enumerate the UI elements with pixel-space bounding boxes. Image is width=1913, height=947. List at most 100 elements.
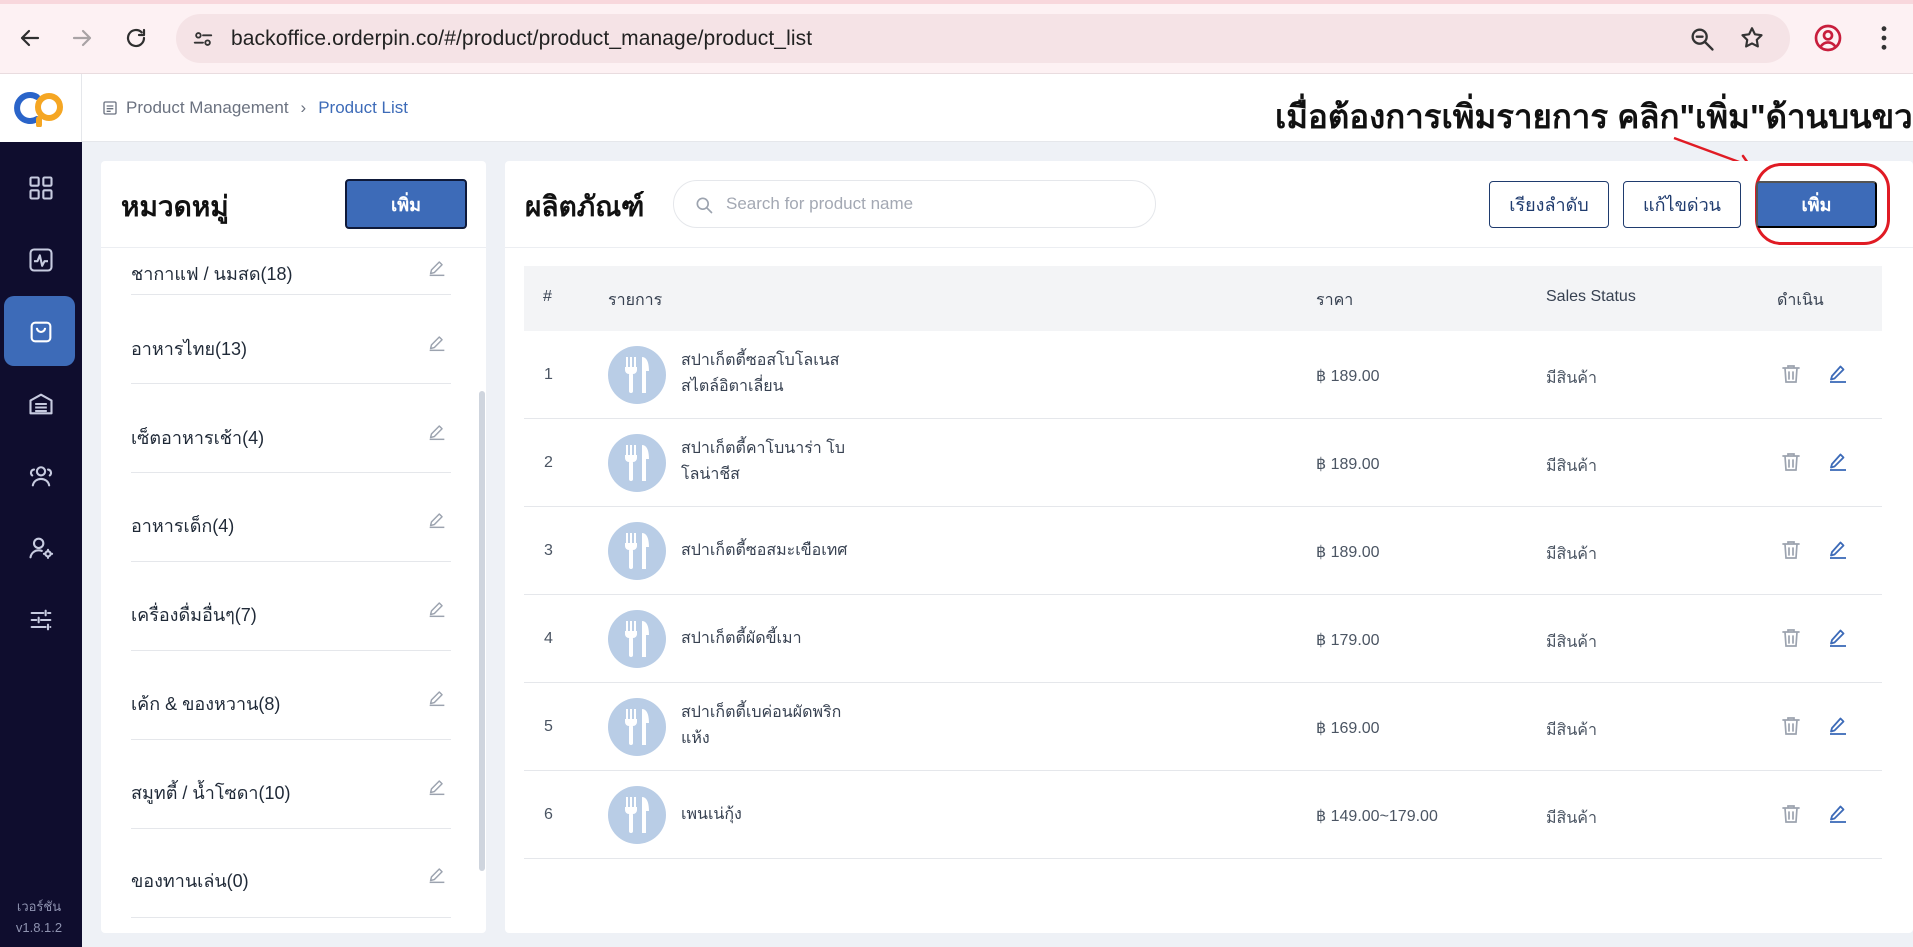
product-name-line: สไตล์อิตาเลี่ยน [681,378,784,395]
sidebar-item-dashboard[interactable] [0,152,82,224]
trash-icon[interactable] [1779,362,1803,386]
product-name[interactable]: สปาเก็ตตี้ผัดขี้เมา [681,626,861,652]
breadcrumb: Product Management › Product List [102,98,408,118]
product-name[interactable]: สปาเก็ตตี้ซอสมะเขือเทศ [681,538,861,564]
row-number: 4 [544,630,553,647]
orderpin-logo-icon [13,92,63,127]
url-text[interactable]: backoffice.orderpin.co/#/product/product… [231,27,812,51]
edit-icon[interactable] [1826,362,1850,386]
category-item[interactable]: ชากาแฟ / นมสด(18) [131,161,451,295]
trash-icon[interactable] [1779,802,1803,826]
site-settings-icon[interactable] [190,26,216,52]
category-item[interactable]: เค้ก & ของหวาน(8) [131,651,451,740]
category-scrollbar[interactable] [479,391,485,871]
breadcrumb-current: Product List [318,98,408,117]
breadcrumb-root[interactable]: Product Management [126,98,289,118]
edit-icon[interactable] [426,257,448,279]
sidebar-item-products[interactable] [0,296,82,368]
edit-icon[interactable] [426,509,448,531]
category-item[interactable]: อาหารเด็ก(4) [131,473,451,562]
product-name-line: สปาเก็ตตี้คาโบนาร่า โบ [681,440,845,457]
edit-icon[interactable] [1826,626,1850,650]
product-thumbnail [608,698,666,756]
profile-icon[interactable] [1812,22,1844,54]
zoom-icon[interactable] [1688,25,1716,53]
edit-icon[interactable] [426,598,448,620]
edit-icon[interactable] [1826,450,1850,474]
product-name-line: สปาเก็ตตี้เบค่อนผัดพริก [681,704,842,721]
product-name[interactable]: สปาเก็ตตี้เบค่อนผัดพริก แห้ง [681,700,861,752]
trash-icon[interactable] [1779,714,1803,738]
edit-icon[interactable] [1826,802,1850,826]
sidebar-item-staff[interactable] [0,512,82,584]
category-item[interactable]: เครื่องดื่มอื่นๆ(7) [131,562,451,651]
category-name: เค้ก & ของหวาน(8) [131,694,281,714]
search-box[interactable] [673,180,1156,228]
product-price: ฿ 189.00 [1316,368,1380,385]
edit-icon[interactable] [426,776,448,798]
product-price: ฿ 149.00~179.00 [1316,808,1438,825]
product-thumbnail [608,522,666,580]
product-price: ฿ 179.00 [1316,632,1380,649]
column-header-status: Sales Status [1546,288,1636,305]
edit-icon[interactable] [426,332,448,354]
trash-icon[interactable] [1779,538,1803,562]
reload-button[interactable] [118,20,154,56]
edit-icon[interactable] [426,864,448,886]
product-name[interactable]: เพนเน่กุ้ง [681,802,861,828]
edit-icon[interactable] [426,687,448,709]
browser-menu-icon[interactable] [1868,22,1900,54]
table-row[interactable]: 6 เพนเน่กุ้ง ฿ 149.00~179.00 มีสินค้า [524,771,1882,859]
sidebar: เวอร์ชัน v1.8.1.2 [0,74,82,947]
category-item[interactable]: อาหารไทย(13) [131,295,451,384]
address-bar[interactable]: backoffice.orderpin.co/#/product/product… [176,14,1790,63]
forward-button[interactable] [64,20,100,56]
trash-icon[interactable] [1779,626,1803,650]
sales-status: มีสินค้า [1546,722,1597,739]
arrow-left-icon [20,29,40,47]
category-item[interactable]: ของทานเล่น(0) [131,829,451,918]
table-row[interactable]: 4 สปาเก็ตตี้ผัดขี้เมา ฿ 179.00 มีสินค้า [524,595,1882,683]
sales-status: มีสินค้า [1546,458,1597,475]
version-info: เวอร์ชัน v1.8.1.2 [0,896,78,938]
bookmark-star-icon[interactable] [1739,25,1767,53]
search-input[interactable] [726,191,1126,217]
column-header-item: รายการ [608,292,663,309]
product-name-line: แห้ง [681,730,710,747]
table-row[interactable]: 2 สปาเก็ตตี้คาโบนาร่า โบ โลน่าชีส ฿ 189.… [524,419,1882,507]
cutlery-icon [625,533,649,569]
logo[interactable] [0,74,82,142]
row-number: 1 [544,366,553,383]
category-item[interactable]: สมูทตี้ / น้ำโซดา(10) [131,740,451,829]
row-number: 3 [544,542,553,559]
table-row[interactable]: 3 สปาเก็ตตี้ซอสมะเขือเทศ ฿ 189.00 มีสินค… [524,507,1882,595]
category-name: อาหารเด็ก(4) [131,516,235,536]
sidebar-item-settings[interactable] [0,584,82,656]
category-item[interactable]: เซ็ตอาหารเช้า(4) [131,384,451,473]
shopping-bag-icon [30,321,52,343]
reload-icon [126,28,146,48]
table-row[interactable]: 5 สปาเก็ตตี้เบค่อนผัดพริก แห้ง ฿ 169.00 … [524,683,1882,771]
category-name: เซ็ตอาหารเช้า(4) [131,428,265,448]
version-label: เวอร์ชัน [16,899,62,914]
sidebar-item-activity[interactable] [0,224,82,296]
trash-icon[interactable] [1779,450,1803,474]
product-name[interactable]: สปาเก็ตตี้คาโบนาร่า โบ โลน่าชีส [681,436,861,488]
add-product-button[interactable]: เพิ่ม [1756,181,1877,228]
edit-icon[interactable] [426,421,448,443]
edit-icon[interactable] [1826,714,1850,738]
sort-button[interactable]: เรียงลำดับ [1489,181,1609,228]
table-row[interactable]: 1 สปาเก็ตตี้ซอสโบโลเนส สไตล์อิตาเลี่ยน ฿… [524,331,1882,419]
list-icon [103,101,117,115]
quick-edit-button[interactable]: แก้ไขด่วน [1623,181,1741,228]
edit-icon[interactable] [1826,538,1850,562]
warehouse-icon [29,393,53,415]
sidebar-item-customers[interactable] [0,440,82,512]
browser-tab-strip [0,0,1913,4]
sidebar-item-warehouse[interactable] [0,368,82,440]
arrow-right-icon [72,29,92,47]
back-button[interactable] [12,20,48,56]
product-name[interactable]: สปาเก็ตตี้ซอสโบโลเนส สไตล์อิตาเลี่ยน [681,348,861,400]
product-panel: ผลิตภัณฑ์ เรียงลำดับ แก้ไขด่วน เพิ่ม # ร… [505,161,1913,933]
activity-icon [29,248,53,272]
